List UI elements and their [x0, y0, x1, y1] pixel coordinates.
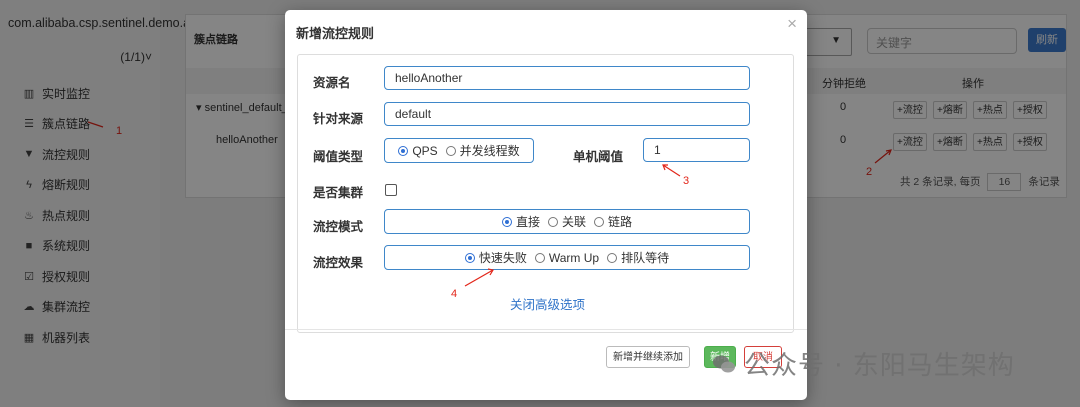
footer-divider — [285, 329, 807, 330]
wechat-icon — [713, 355, 735, 372]
annotation-3: 3 — [683, 175, 690, 187]
annotation-4: 4 — [451, 288, 458, 300]
dialog-annotation-arrows — [464, 164, 681, 287]
watermark-text: 公众号 · 东阳马生架构 — [744, 351, 1015, 381]
add-flow-rule-dialog: 新增流控规则 × 资源名 helloAnother 针对来源 default 阈… — [285, 10, 807, 400]
add-and-continue-button[interactable]: 新增并继续添加 — [606, 346, 690, 368]
watermark: 公众号 · 东阳马生架构 — [712, 345, 1015, 382]
